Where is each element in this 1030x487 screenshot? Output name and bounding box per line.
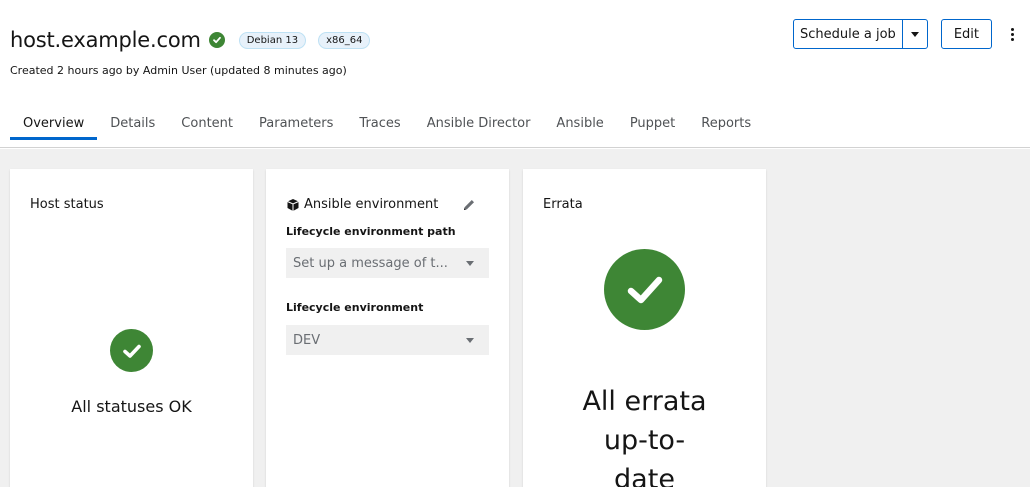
page-header: host.example.com Debian 13 x86_64 Create… (0, 0, 1030, 148)
ansible-environment-card: Ansible environment Lifecycle environmen… (266, 169, 509, 487)
tab-overview[interactable]: Overview (10, 108, 98, 140)
tab-ansible-director[interactable]: Ansible Director (414, 108, 544, 140)
host-subtitle: Created 2 hours ago by Admin User (updat… (10, 64, 347, 77)
kebab-menu-icon[interactable] (1008, 27, 1016, 41)
cubes-icon (287, 198, 299, 211)
schedule-job-toggle[interactable] (903, 20, 927, 48)
check-circle-icon (110, 329, 153, 372)
errata-line-1: All errata (582, 386, 707, 417)
tab-content[interactable]: Content (168, 108, 246, 140)
errata-status-text[interactable]: All errata up-to- date (523, 382, 766, 487)
host-status-card: Host status All statuses OK (10, 169, 253, 487)
caret-down-icon (466, 338, 474, 343)
host-status-text[interactable]: All statuses OK (10, 397, 253, 416)
card-title: Errata (543, 197, 583, 212)
schedule-job-split-button: Schedule a job (793, 19, 928, 49)
tab-ansible[interactable]: Ansible (543, 108, 616, 140)
card-header: Ansible environment (286, 197, 438, 212)
tab-parameters[interactable]: Parameters (246, 108, 346, 140)
os-badge: Debian 13 (238, 31, 307, 49)
tab-puppet[interactable]: Puppet (617, 108, 688, 140)
tab-reports[interactable]: Reports (688, 108, 764, 140)
check-circle-icon (604, 249, 685, 330)
lifecycle-env-value: DEV (293, 332, 321, 348)
lifecycle-path-label: Lifecycle environment path (286, 225, 456, 238)
edit-button[interactable]: Edit (940, 19, 992, 49)
title-row: host.example.com Debian 13 x86_64 (10, 28, 371, 52)
errata-line-3: date (614, 464, 675, 487)
lifecycle-env-label: Lifecycle environment (286, 301, 424, 314)
lifecycle-env-select[interactable]: DEV (286, 325, 489, 355)
tab-details[interactable]: Details (97, 108, 168, 140)
lifecycle-path-select[interactable]: Set up a message of t... (286, 248, 489, 278)
tab-traces[interactable]: Traces (346, 108, 413, 140)
check-circle-icon (208, 32, 225, 48)
pencil-icon[interactable] (462, 197, 476, 216)
arch-badge: x86_64 (318, 31, 371, 49)
card-title: Host status (30, 197, 104, 212)
overview-content: Host status All statuses OK Ansible envi… (0, 149, 1030, 487)
card-title: Ansible environment (304, 197, 439, 212)
caret-down-icon (466, 261, 474, 266)
host-tabs: Overview Details Content Parameters Trac… (10, 108, 764, 140)
errata-line-2: up-to- (603, 425, 686, 456)
schedule-job-button[interactable]: Schedule a job (794, 20, 903, 48)
header-actions: Schedule a job Edit (793, 19, 1016, 49)
host-title: host.example.com (10, 28, 201, 52)
caret-down-icon (910, 31, 919, 37)
errata-card: Errata All errata up-to- date (523, 169, 766, 487)
lifecycle-path-value: Set up a message of t... (293, 255, 448, 271)
